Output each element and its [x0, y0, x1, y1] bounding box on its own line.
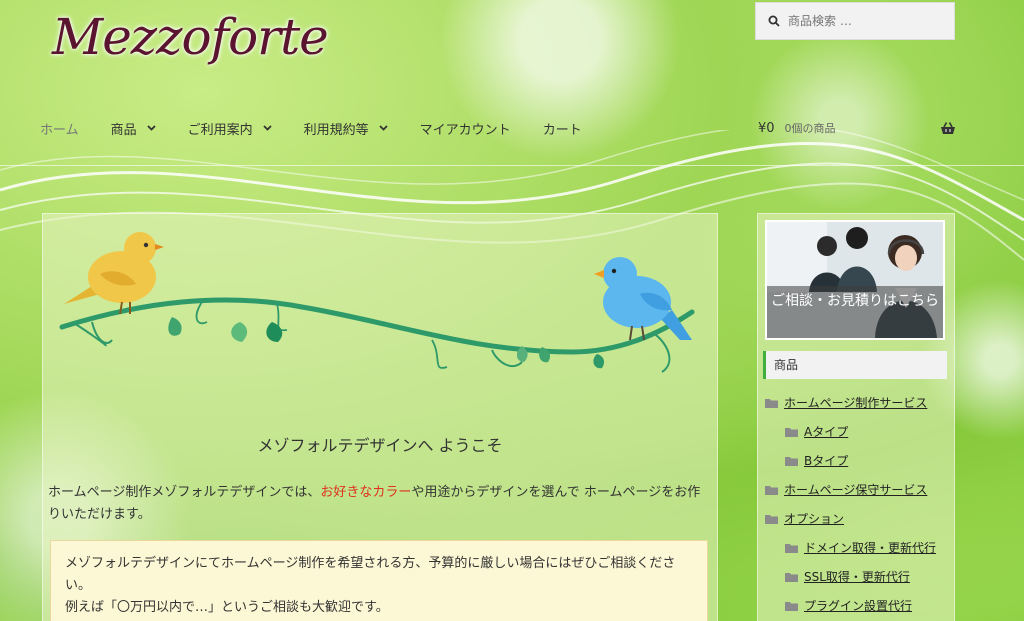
nav-cart-label: カート [542, 122, 582, 138]
blue-bird [594, 257, 692, 341]
intro-accent-text: お好きなカラー [320, 485, 412, 500]
notice-line-1: メゾフォルテデザインにてホームページ制作を希望される方、予算的に厳しい場合にはぜ… [65, 556, 676, 593]
folder-icon [785, 572, 798, 582]
product-search[interactable] [755, 2, 955, 40]
nav-cart[interactable]: カート [543, 119, 582, 138]
category-link[interactable]: オプション [784, 510, 844, 527]
chevron-down-icon [379, 125, 388, 131]
category-item[interactable]: プラグイン設置代行 [765, 591, 955, 620]
category-item[interactable]: ホームページ保守サービス [765, 475, 955, 504]
cart-total: ¥0 [758, 120, 775, 136]
header-divider [0, 165, 1024, 166]
folder-icon [785, 427, 798, 437]
nav-terms[interactable]: 利用規約等 [304, 119, 388, 138]
folder-icon [765, 398, 778, 408]
category-item[interactable]: ホームページ制作サービス [765, 388, 955, 417]
category-link[interactable]: SSL取得・更新代行 [804, 568, 910, 585]
consultation-notice: メゾフォルテデザインにてホームページ制作を希望される方、予算的に厳しい場合にはぜ… [50, 540, 708, 621]
category-link[interactable]: プラグイン設置代行 [804, 597, 912, 614]
category-item[interactable]: Bタイプ [765, 446, 955, 475]
category-item[interactable]: Aタイプ [765, 417, 955, 446]
folder-icon [765, 485, 778, 495]
main-navigation: ホーム 商品 ご利用案内 利用規約等 マイアカウント カート [40, 116, 614, 140]
chevron-down-icon [147, 125, 156, 131]
birds-on-branch-illustration [59, 232, 695, 373]
nav-terms-label: 利用規約等 [303, 122, 369, 138]
yellow-bird [64, 232, 164, 315]
consultation-banner[interactable]: ご相談・お見積りはこちら [765, 220, 945, 340]
search-icon [768, 15, 780, 27]
nav-products-label: 商品 [110, 122, 137, 138]
search-input[interactable] [788, 14, 938, 28]
nav-my-account-label: マイアカウント [419, 122, 511, 138]
nav-home-label: ホーム [40, 122, 79, 138]
nav-guide[interactable]: ご利用案内 [188, 119, 272, 138]
category-item[interactable]: SSL取得・更新代行 [765, 562, 955, 591]
consultation-banner-label: ご相談・お見積りはこちら [767, 286, 943, 338]
folder-icon [765, 514, 778, 524]
nav-home[interactable]: ホーム [40, 119, 79, 138]
welcome-heading: メゾフォルテデザインへ ようこそ [257, 436, 503, 455]
category-link[interactable]: ドメイン取得・更新代行 [804, 539, 936, 556]
category-link[interactable]: ホームページ制作サービス [784, 394, 927, 411]
sidebar-widget-title: 商品 [763, 351, 947, 379]
intro-text-start: ホームページ制作メゾフォルテデザインでは、 [48, 485, 321, 500]
nav-products[interactable]: 商品 [111, 119, 156, 138]
intro-text: ホームページ制作メゾフォルテデザインでは、お好きなカラーや用途からデザインを選ん… [48, 482, 708, 526]
notice-line-2: 例えば「〇万円以内で…」というご相談も大歓迎です。 [65, 600, 389, 615]
chevron-down-icon [263, 125, 272, 131]
category-link[interactable]: Bタイプ [804, 452, 848, 469]
nav-guide-label: ご利用案内 [187, 122, 253, 138]
category-item[interactable]: オプション [765, 504, 955, 533]
category-link[interactable]: Aタイプ [804, 423, 848, 440]
folder-icon [785, 543, 798, 553]
category-link[interactable]: ホームページ保守サービス [784, 481, 927, 498]
folder-icon [785, 456, 798, 466]
folder-icon [785, 601, 798, 611]
product-category-list: ホームページ制作サービス Aタイプ Bタイプ ホームページ保守サービス オプショ… [765, 388, 955, 620]
header-cart[interactable]: ¥0 0個の商品 [758, 116, 956, 140]
category-item[interactable]: ドメイン取得・更新代行 [765, 533, 955, 562]
basket-icon[interactable] [940, 121, 956, 135]
nav-my-account[interactable]: マイアカウント [420, 119, 511, 138]
site-logo[interactable]: Mezzoforte [52, 8, 329, 66]
cart-item-count: 0個の商品 [784, 122, 836, 135]
